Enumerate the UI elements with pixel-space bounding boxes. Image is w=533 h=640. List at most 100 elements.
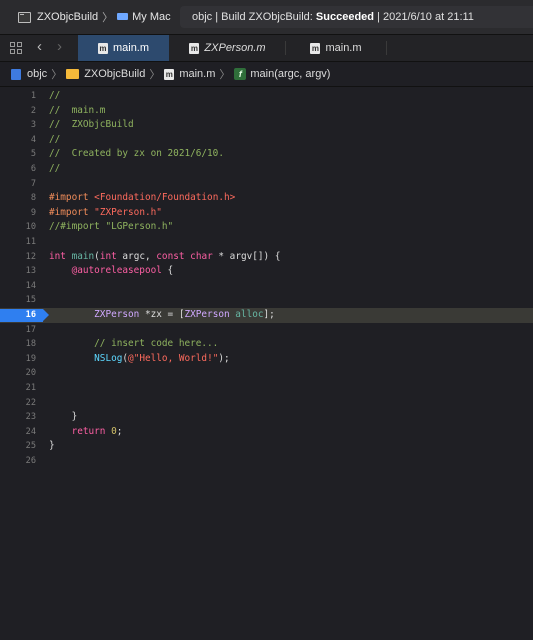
activity-status: objc | Build ZXObjcBuild: Succeeded | 20… (180, 6, 533, 28)
line-number[interactable]: 12 (0, 250, 36, 265)
line-number[interactable]: 11 (0, 235, 36, 250)
code-line[interactable]: 15 (0, 293, 533, 308)
line-number[interactable]: 2 (0, 104, 36, 119)
tab-zxperson-m[interactable]: m ZXPerson.m (170, 35, 285, 61)
line-number[interactable]: 24 (0, 425, 36, 440)
code-text: // ZXObjcBuild (49, 119, 134, 131)
code-line[interactable]: 14 (0, 279, 533, 294)
line-number[interactable]: 5 (0, 147, 36, 162)
code-text: // main.m (49, 104, 106, 116)
related-items-grid-icon[interactable] (10, 42, 22, 54)
tab-main-m-2[interactable]: m main.m (286, 35, 386, 61)
code-line[interactable]: 3 // ZXObjcBuild (0, 118, 533, 133)
jump-project[interactable]: objc (27, 68, 47, 80)
line-number[interactable]: 26 (0, 454, 36, 469)
line-number[interactable]: 25 (0, 439, 36, 454)
code-line[interactable]: 21 (0, 381, 533, 396)
code-line[interactable]: 8 #import <Foundation/Foundation.h> (0, 191, 533, 206)
line-number[interactable]: 10 (0, 220, 36, 235)
code-text: } (49, 411, 78, 423)
line-number[interactable]: 18 (0, 337, 36, 352)
code-line[interactable]: 16 ZXPerson *zx = [ZXPerson alloc]; (0, 308, 533, 323)
line-number[interactable]: 3 (0, 118, 36, 133)
code-line[interactable]: 7 (0, 177, 533, 192)
code-line[interactable]: 26 (0, 454, 533, 469)
line-number[interactable]: 9 (0, 206, 36, 221)
line-number[interactable]: 15 (0, 293, 36, 308)
code-line[interactable]: 4 // (0, 133, 533, 148)
line-number[interactable]: 8 (0, 191, 36, 206)
line-number[interactable]: 4 (0, 133, 36, 148)
code-text: ZXPerson *zx = [ZXPerson alloc]; (94, 309, 275, 320)
source-editor[interactable]: 1 // 2 // main.m 3 // ZXObjcBuild 4 // 5 // Creat… (0, 87, 533, 640)
code-text: //#import "LGPerson.h" (49, 221, 174, 233)
code-line[interactable]: 2 // main.m (0, 104, 533, 119)
terminal-app-icon (18, 11, 31, 23)
code-line[interactable]: 5 // Created by zx on 2021/6/10. (0, 147, 533, 162)
chevron-right-icon: 〉 (219, 69, 231, 81)
code-line[interactable]: 25} (0, 439, 533, 454)
line-number[interactable]: 7 (0, 177, 36, 192)
scheme-name: ZXObjcBuild (37, 11, 99, 23)
tab-label: ZXPerson.m (204, 42, 266, 54)
code-line[interactable]: 22 (0, 396, 533, 411)
code-text: // (49, 90, 61, 101)
code-line[interactable]: 13 @autoreleasepool { (0, 264, 533, 279)
code-text: @autoreleasepool { (71, 265, 174, 277)
code-text: int main(int argc, const char * argv[]) … (49, 250, 281, 262)
tab-divider (386, 41, 387, 55)
folder-icon (66, 69, 80, 79)
code-text: // Created by zx on 2021/6/10. (49, 148, 224, 160)
line-number[interactable]: 21 (0, 381, 36, 396)
window-toolbar: ZXObjcBuild 〉 My Mac objc | Build ZXObjc… (0, 0, 533, 35)
m-file-icon: m (164, 68, 175, 80)
code-text: NSLog(@"Hello, World!"); (94, 352, 230, 364)
jump-symbol[interactable]: main(argc, argv) (250, 68, 330, 80)
code-text: } (49, 440, 55, 452)
line-number[interactable]: 14 (0, 279, 36, 294)
code-line[interactable]: 24 return 0; (0, 425, 533, 440)
jump-group[interactable]: ZXObjcBuild (84, 68, 145, 80)
code-text: // insert code here... (49, 338, 219, 350)
tab-bar: ‹ › m main.m m ZXPerson.m m main.m (0, 35, 533, 62)
code-line[interactable]: 23 } (0, 410, 533, 425)
scheme-selector[interactable]: ZXObjcBuild 〉 My Mac (0, 0, 171, 34)
function-icon: f (234, 68, 247, 80)
line-number[interactable]: 1 (0, 89, 36, 104)
back-arrow-icon[interactable]: ‹ (37, 39, 42, 55)
m-file-icon: m (310, 42, 321, 54)
code-line[interactable]: 19 NSLog(@"Hello, World!"); (0, 352, 533, 367)
chevron-right-icon: 〉 (51, 69, 63, 81)
line-number[interactable]: 16 (0, 308, 36, 323)
forward-arrow-icon[interactable]: › (57, 39, 62, 55)
code-line[interactable]: 6 // (0, 162, 533, 177)
chevron-right-icon: 〉 (149, 69, 161, 81)
line-number[interactable]: 19 (0, 352, 36, 367)
tab-main-m[interactable]: m main.m (78, 35, 169, 61)
laptop-icon (117, 12, 129, 20)
tab-label: main.m (112, 42, 150, 54)
code-line[interactable]: 11 (0, 235, 533, 250)
code-text: // (49, 163, 61, 174)
m-file-icon: m (97, 42, 108, 54)
code-line[interactable]: 17 (0, 323, 533, 338)
tab-label: main.m (325, 42, 362, 54)
code-line[interactable]: 18 // insert code here... (0, 337, 533, 352)
code-line[interactable]: 12 int main(int argc, const char * argv[]… (0, 250, 533, 265)
line-number[interactable]: 13 (0, 264, 36, 279)
line-number[interactable]: 6 (0, 162, 36, 177)
code-line[interactable]: 1 // (0, 89, 533, 104)
m-file-icon: m (189, 42, 200, 54)
line-number[interactable]: 20 (0, 366, 36, 381)
code-line[interactable]: 10 //#import "LGPerson.h" (0, 220, 533, 235)
code-line[interactable]: 9 #import "ZXPerson.h" (0, 206, 533, 221)
code-text: #import <Foundation/Foundation.h> (49, 192, 236, 204)
line-number[interactable]: 17 (0, 323, 36, 338)
code-line[interactable]: 20 (0, 366, 533, 381)
line-number[interactable]: 23 (0, 410, 36, 425)
line-number[interactable]: 22 (0, 396, 36, 411)
code-text: // (49, 133, 61, 145)
jump-file[interactable]: main.m (179, 68, 215, 80)
jump-bar: objc 〉 ZXObjcBuild 〉 m main.m 〉 f main(a… (0, 62, 533, 87)
code-text: return 0; (71, 425, 123, 437)
